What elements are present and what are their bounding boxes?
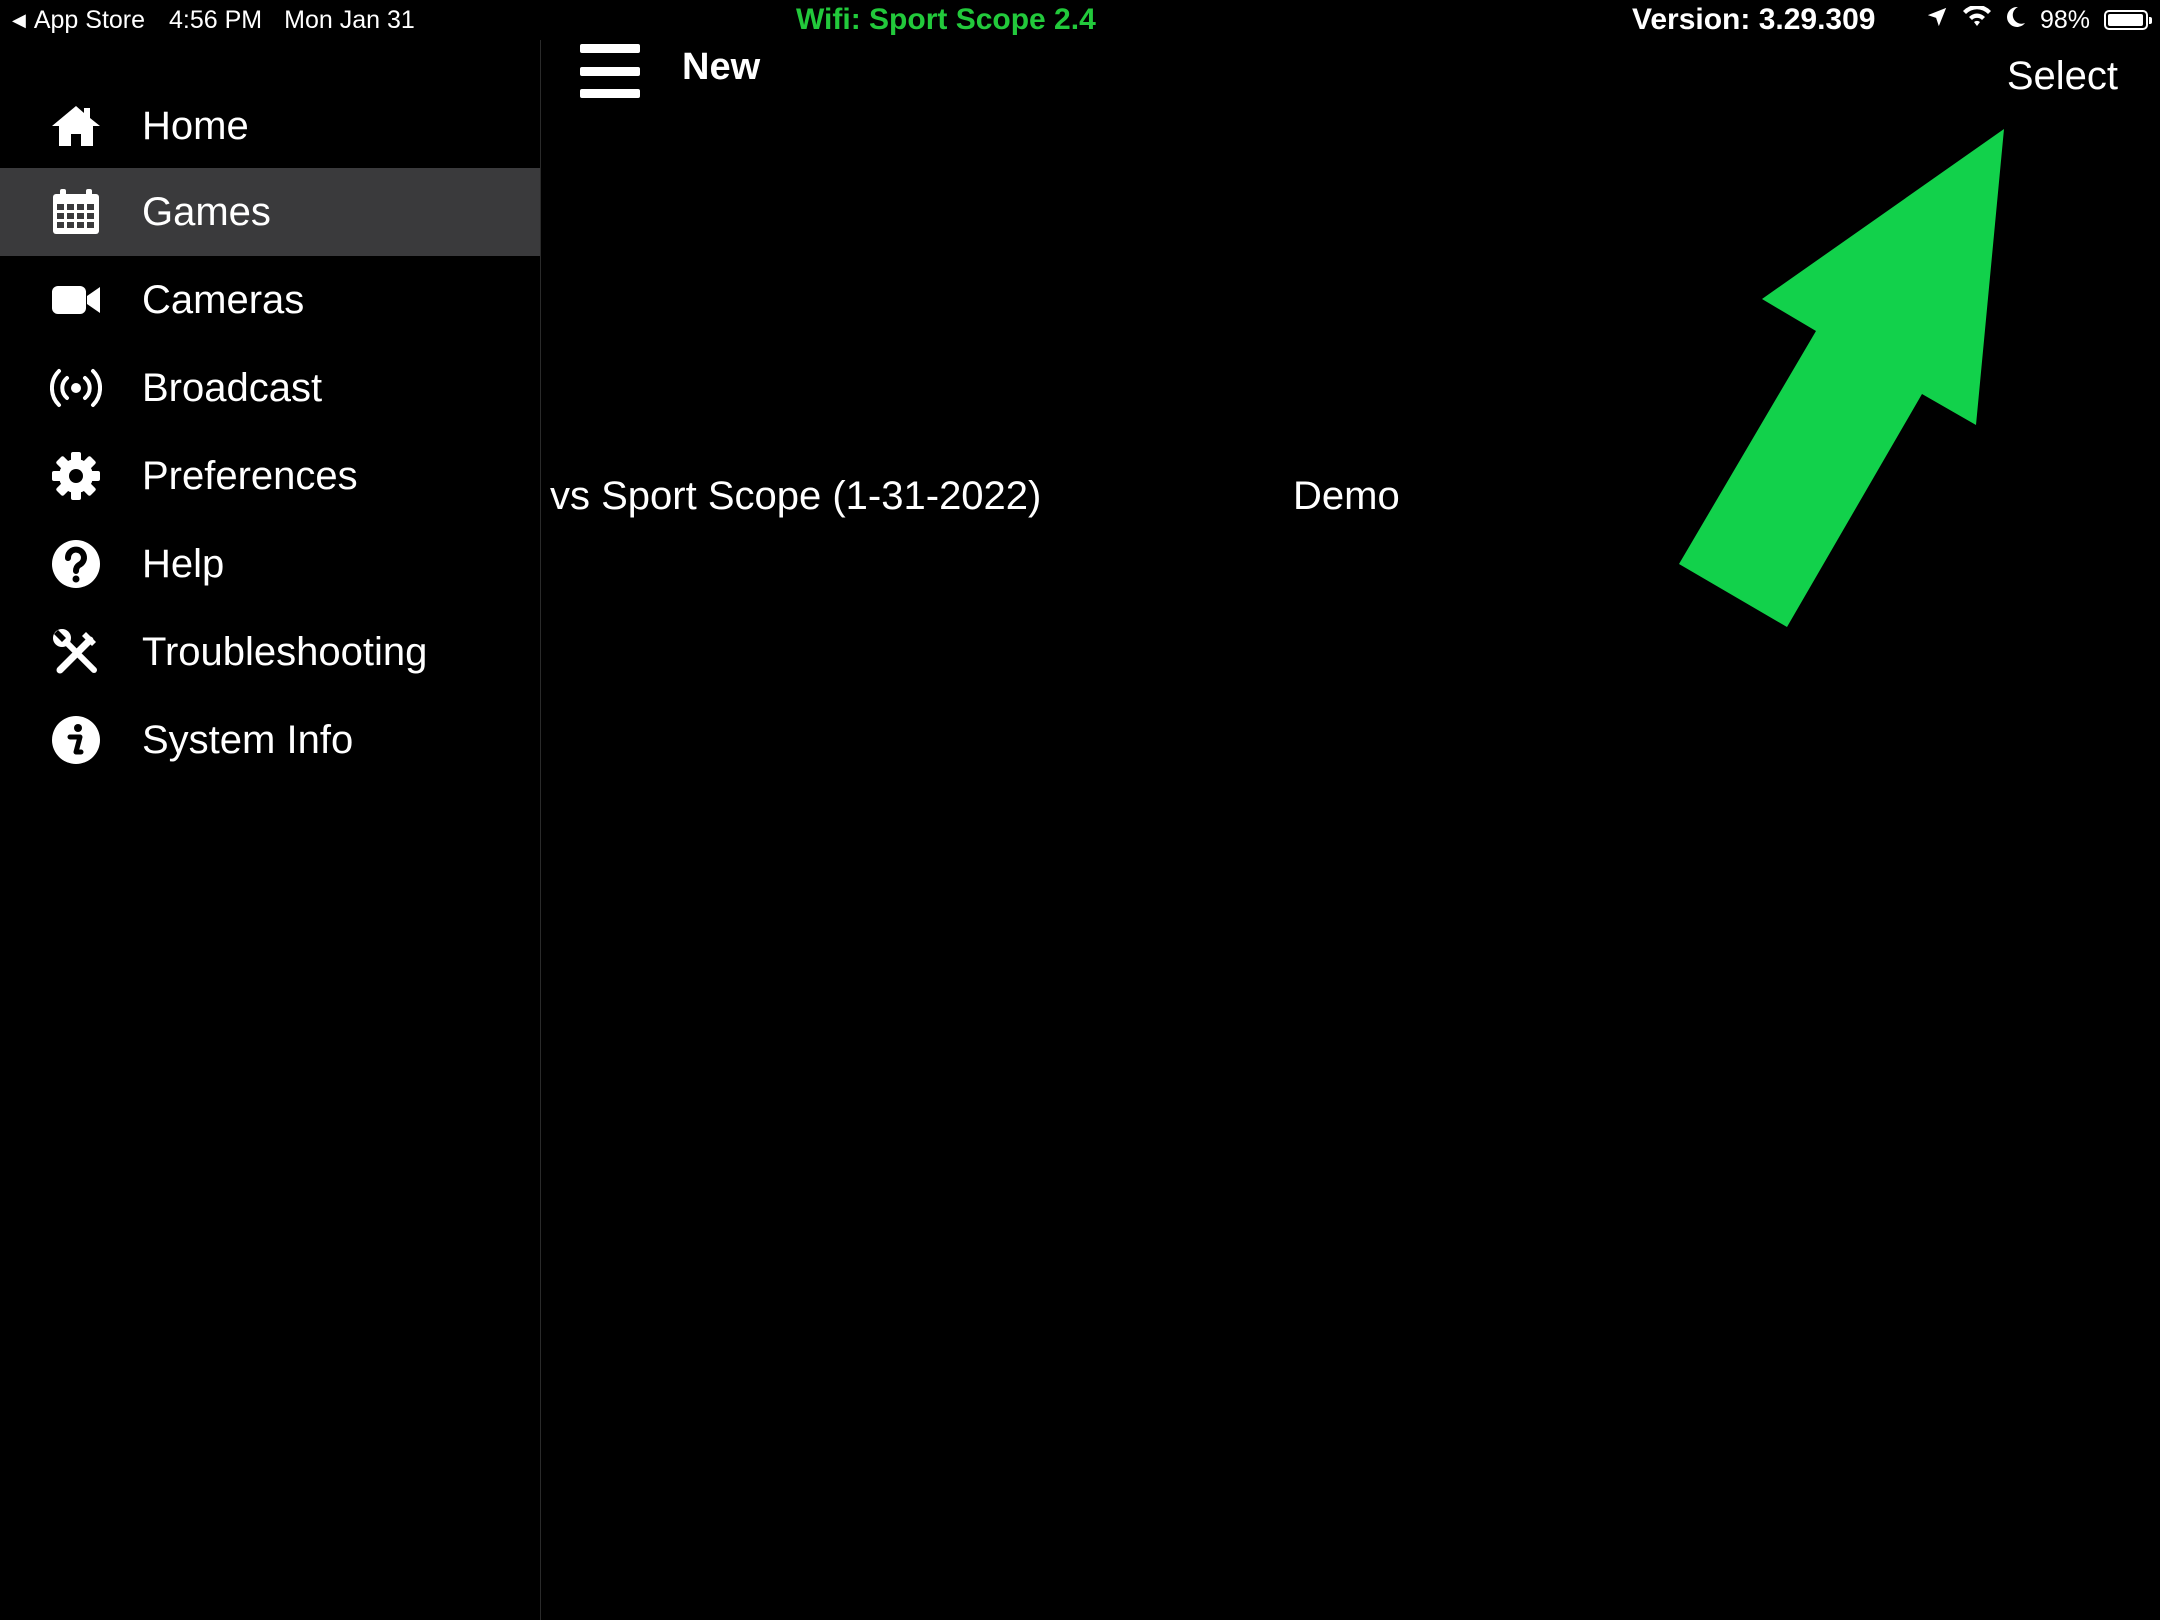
sidebar-item-broadcast[interactable]: Broadcast <box>0 344 540 432</box>
sidebar-item-label: System Info <box>142 717 354 762</box>
sidebar-item-cameras[interactable]: Cameras <box>0 256 540 344</box>
new-game-button[interactable]: New <box>682 46 760 89</box>
sidebar-item-help[interactable]: Help <box>0 520 540 608</box>
sidebar-item-home[interactable]: Home <box>0 82 540 170</box>
wifi-icon <box>1962 4 1992 35</box>
sidebar-item-label: Cameras <box>142 277 305 322</box>
home-icon <box>50 100 102 152</box>
info-icon <box>50 714 102 766</box>
select-button[interactable]: Select <box>2007 54 2118 99</box>
status-date: Mon Jan 31 <box>284 5 415 34</box>
sidebar: Home Games Cameras Broadcast Preferences… <box>0 40 541 1620</box>
game-type: Demo <box>1293 474 1400 518</box>
sidebar-item-games[interactable]: Games <box>0 168 540 256</box>
status-bar-left: ◀ App Store 4:56 PM Mon Jan 31 <box>12 0 415 40</box>
sidebar-item-label: Home <box>142 103 249 148</box>
sidebar-item-label: Help <box>142 541 225 586</box>
status-time: 4:56 PM <box>169 5 263 34</box>
battery-level-fill <box>2108 14 2144 26</box>
sidebar-item-label: Broadcast <box>142 365 323 410</box>
wifi-network-banner: Wifi: Sport Scope 2.4 <box>796 3 1096 36</box>
moon-icon <box>2006 6 2026 35</box>
calendar-icon <box>50 186 102 238</box>
sidebar-item-system-info[interactable]: System Info <box>0 696 540 784</box>
menu-bar <box>580 89 640 98</box>
sidebar-item-troubleshooting[interactable]: Troubleshooting <box>0 608 540 696</box>
tools-icon <box>50 626 102 678</box>
sidebar-item-label: Troubleshooting <box>142 629 428 674</box>
location-icon <box>1926 6 1948 35</box>
app-version-label: Version: 3.29.309 <box>1632 3 1876 36</box>
sidebar-item-label: Preferences <box>142 453 358 498</box>
video-camera-icon <box>50 274 102 326</box>
back-to-app-store[interactable]: App Store <box>34 6 145 35</box>
sidebar-item-preferences[interactable]: Preferences <box>0 432 540 520</box>
broadcast-icon <box>50 362 102 414</box>
battery-percentage: 98% <box>2039 5 2090 34</box>
menu-icon[interactable] <box>580 44 640 98</box>
menu-bar <box>580 44 640 53</box>
status-bar-right: 98% <box>1926 0 2152 40</box>
menu-bar <box>580 66 640 76</box>
back-arrow-icon[interactable]: ◀ <box>12 10 26 31</box>
game-list-row[interactable]: vs Sport Scope (1-31-2022) Demo <box>540 468 2160 528</box>
gear-icon <box>50 450 102 502</box>
game-title: vs Sport Scope (1-31-2022) <box>550 474 1042 518</box>
battery-icon <box>2104 10 2152 30</box>
help-icon <box>50 538 102 590</box>
sidebar-item-label: Games <box>142 189 271 234</box>
